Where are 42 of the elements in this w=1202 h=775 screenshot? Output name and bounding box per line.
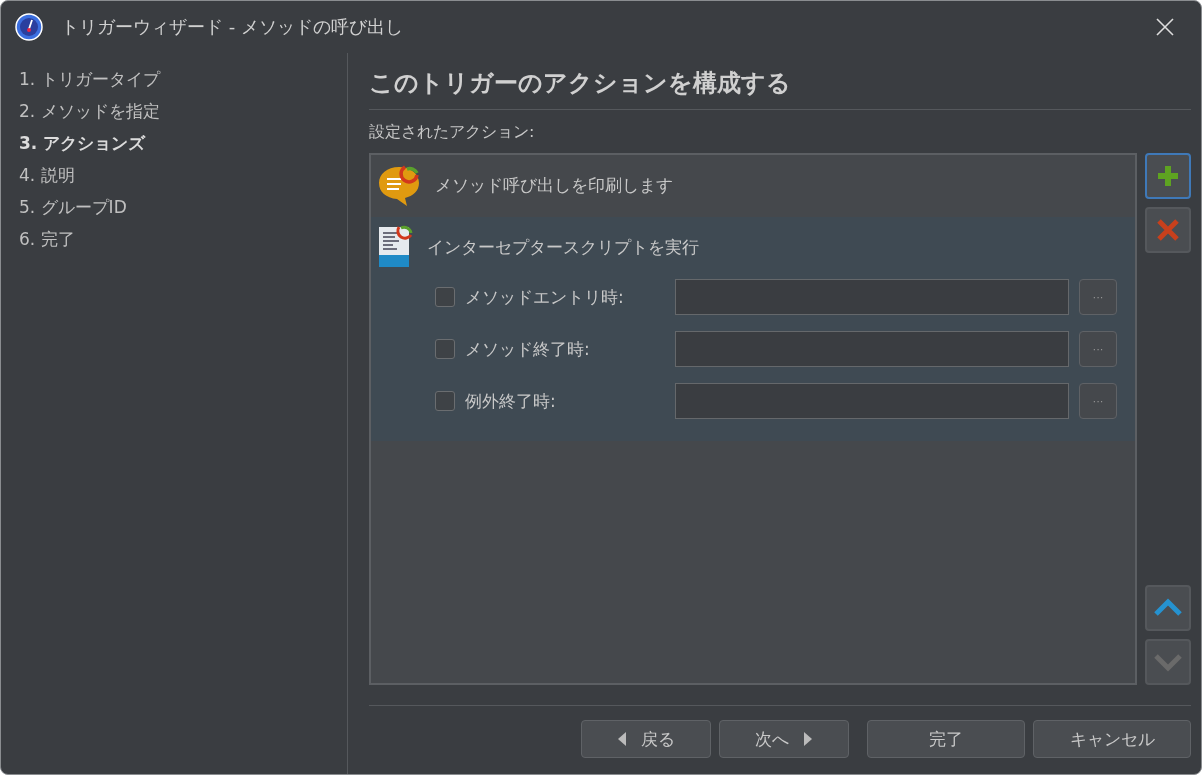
wizard-step: 5. グループID xyxy=(19,191,329,223)
script-field[interactable] xyxy=(675,279,1069,315)
option-label: メソッド終了時: xyxy=(465,337,591,361)
browse-button[interactable]: ··· xyxy=(1079,331,1117,367)
browse-button[interactable]: ··· xyxy=(1079,383,1117,419)
wizard-step: 2. メソッドを指定 xyxy=(19,95,329,127)
chevron-up-icon xyxy=(1154,598,1182,618)
cancel-button[interactable]: キャンセル xyxy=(1033,720,1191,758)
chevron-down-icon xyxy=(1154,652,1182,672)
action-row[interactable]: メソッド呼び出しを印刷します xyxy=(371,155,1135,217)
finish-button[interactable]: 完了 xyxy=(867,720,1025,758)
close-icon[interactable] xyxy=(1155,17,1175,37)
wizard-step: 1. トリガータイプ xyxy=(19,63,329,95)
wizard-step: 4. 説明 xyxy=(19,159,329,191)
action-label: メソッド呼び出しを印刷します xyxy=(435,173,673,197)
triangle-right-icon xyxy=(803,731,813,747)
option-label: メソッドエントリ時: xyxy=(465,285,625,309)
page-heading: このトリガーのアクションを構成する xyxy=(369,63,1191,110)
checkbox[interactable] xyxy=(435,339,455,359)
back-button[interactable]: 戻る xyxy=(581,720,711,758)
triangle-left-icon xyxy=(617,731,627,747)
browse-button[interactable]: ··· xyxy=(1079,279,1117,315)
next-button[interactable]: 次へ xyxy=(719,720,849,758)
action-row[interactable]: インターセプタースクリプトを実行 メソッドエントリ時: ··· メソッド終了時: ··· 例外終了時: ··· xyxy=(371,217,1135,441)
remove-button[interactable] xyxy=(1145,207,1191,253)
window-title: トリガーウィザード - メソッドの呼び出し xyxy=(61,15,404,39)
checkbox[interactable] xyxy=(435,391,455,411)
option-label: 例外終了時: xyxy=(465,389,557,413)
cross-icon xyxy=(1156,218,1180,242)
speech-bubble-icon xyxy=(377,163,421,207)
add-button[interactable] xyxy=(1145,153,1191,199)
checkbox[interactable] xyxy=(435,287,455,307)
script-field[interactable] xyxy=(675,331,1069,367)
wizard-step: 3. アクションズ xyxy=(19,127,329,159)
move-up-button[interactable] xyxy=(1145,585,1191,631)
plus-icon xyxy=(1156,164,1180,188)
gauge-icon xyxy=(15,13,43,41)
actions-label: 設定されたアクション: xyxy=(369,121,536,143)
script-field[interactable] xyxy=(675,383,1069,419)
action-label: インターセプタースクリプトを実行 xyxy=(427,235,699,259)
wizard-step: 6. 完了 xyxy=(19,223,329,255)
java-file-icon xyxy=(377,225,413,269)
